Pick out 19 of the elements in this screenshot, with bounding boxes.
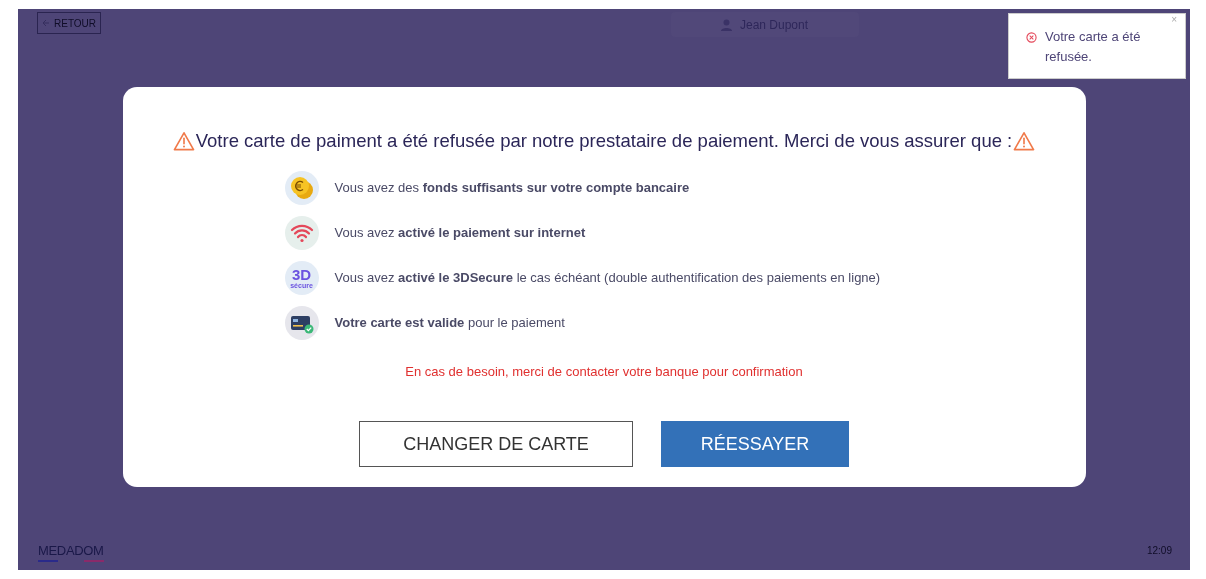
notice-text: En cas de besoin, merci de contacter votre banque pour confirmation: [405, 362, 803, 381]
check-item-text: Vous avez activé le 3DSecure le cas échéant (double authentification des paiements en ligne): [334, 269, 881, 287]
close-button[interactable]: ×: [1171, 15, 1177, 25]
check-item-text: Vous avez activé le paiement sur internet: [334, 224, 586, 242]
dialog-title: Votre carte de paiment a été refusée par notre prestataire de paiement. Merci de vous assurer que :: [195, 129, 1013, 153]
wifi-icon: [284, 215, 319, 250]
change-card-button[interactable]: CHANGER DE CARTE: [359, 421, 633, 468]
toast-message: Votre carte a été refusée.: [1045, 28, 1142, 66]
warning-icon: [172, 130, 195, 151]
check-item-text: Vous avez des fonds suffisants sur votre compte bancaire: [334, 179, 690, 197]
error-icon: [1026, 32, 1037, 43]
coin-icon: [284, 170, 319, 205]
warning-icon: [1013, 130, 1036, 151]
retry-button[interactable]: RÉESSAYER: [661, 421, 849, 468]
back-button[interactable]: RETOUR: [37, 12, 102, 34]
credit-card-icon: [284, 305, 319, 340]
arrow-left-icon: [42, 19, 50, 27]
clock-time: 12:09: [1146, 544, 1172, 558]
check-item-text: Votre carte est valide pour le paiement: [334, 314, 565, 332]
